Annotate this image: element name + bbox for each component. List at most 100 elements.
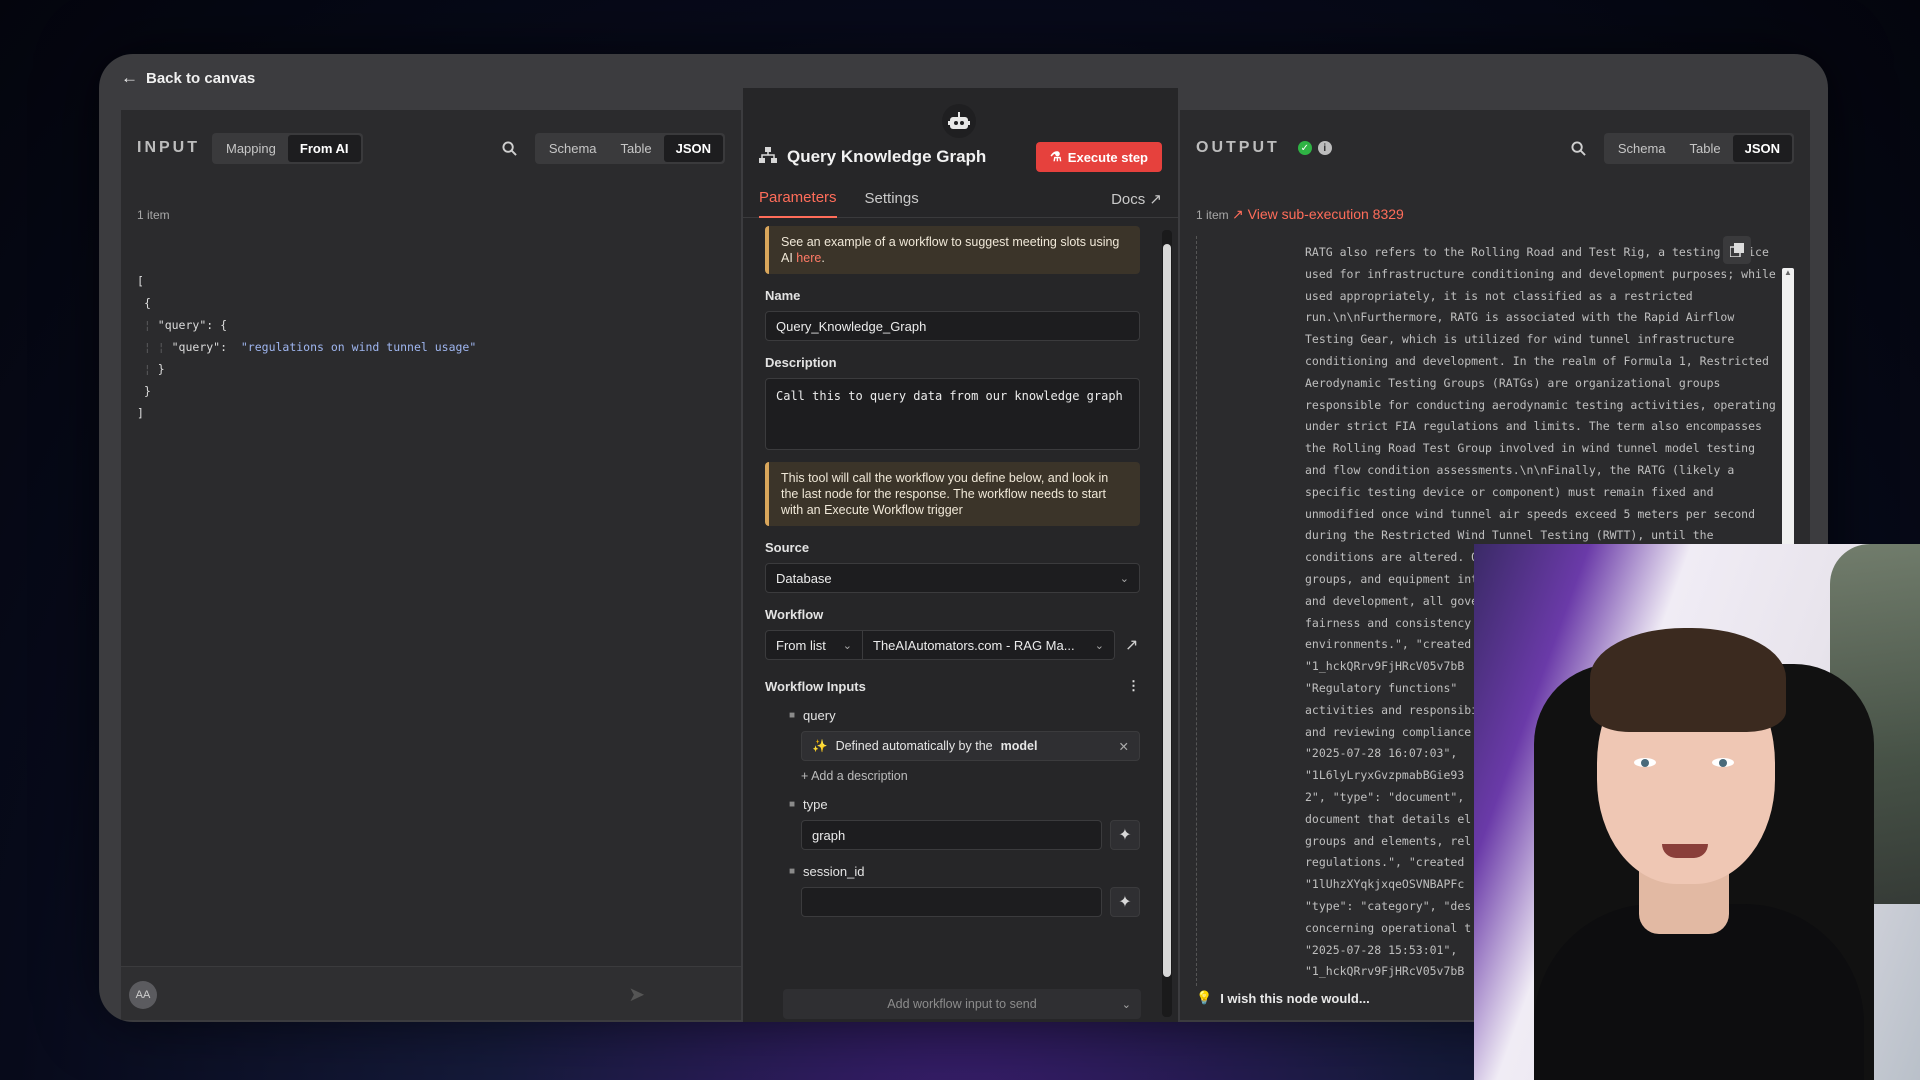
output-line: used for infrastructure conditioning and… [1305,266,1776,281]
parameters-scrollbar[interactable] [1162,230,1172,1017]
mapping-tab[interactable]: Mapping [214,135,288,162]
source-value: Database [776,570,832,586]
json-view-tab[interactable]: JSON [1732,134,1792,162]
view-sub-execution-label: View sub-execution 8329 [1247,206,1404,222]
copy-icon[interactable] [1723,236,1751,264]
json-view-tab[interactable]: JSON [663,134,723,162]
chat-input-bar: AA ➤ [121,966,741,1020]
output-line: specific testing device or component) mu… [1305,484,1714,499]
input-mode-toggle: Mapping From AI [212,132,363,164]
from-ai-tab[interactable]: From AI [287,134,361,162]
input-panel: INPUT Mapping From AI Schema Table JSON … [121,110,741,1020]
view-sub-execution-link[interactable]: ↗ View sub-execution 8329 [1232,206,1404,223]
input-name: type [803,797,828,812]
avatar: AA [129,981,157,1009]
workflow-source-select[interactable]: From list ⌄ [765,630,863,660]
input-panel-header: INPUT Mapping From AI Schema Table JSON [137,132,725,164]
defined-text-bold: model [1000,739,1038,753]
output-panel-title: OUTPUT [1196,139,1280,156]
description-field[interactable]: Call this to query data from our knowled… [765,378,1140,450]
search-icon[interactable] [1566,135,1592,161]
back-to-canvas-label: Back to canvas [146,69,256,87]
info-icon[interactable]: i [1317,141,1332,155]
output-item-count: 1 item [1196,208,1229,222]
arrow-left-icon: ← [121,68,138,87]
input-item-count: 1 item [137,208,170,222]
back-to-canvas-link[interactable]: ← Back to canvas [121,68,255,88]
source-select[interactable]: Database ⌄ [765,563,1140,593]
schema-view-tab[interactable]: Schema [537,135,609,162]
chevron-down-icon: ⌄ [1121,999,1131,1011]
output-line: RATG also refers to the Rolling Road and… [1305,245,1769,259]
output-line: unmodified once wind tunnel air speeds e… [1305,506,1756,521]
input-json-tree: [ { ¦ "query": { ¦ ¦ "query": "regulatio… [137,270,476,424]
workflow-select[interactable]: TheAIAutomators.com - RAG Ma... ⌄ [863,630,1115,660]
chevron-down-icon: ⌄ [842,639,852,652]
output-line: responsible for conducting aerodynamic t… [1305,397,1776,412]
sparkle-icon[interactable]: ✦ [1110,820,1140,850]
defined-by-model-box: ✨ Defined automatically by the model ✕ [801,731,1140,761]
feedback-label: I wish this node would... [1220,990,1370,1006]
output-line: run.\n\nFurthermore, RATG is associated … [1305,310,1735,325]
docs-link[interactable]: Docs ↗ [1111,190,1162,208]
webcam-overlay [1474,544,1920,1080]
json-line: [ [137,274,144,288]
more-options-icon[interactable]: ⋮ [1127,678,1140,694]
table-view-tab[interactable]: Table [1678,135,1733,162]
tab-parameters[interactable]: Parameters [759,180,837,218]
send-icon[interactable]: ➤ [628,982,645,1007]
json-line: ] [137,406,144,420]
session-id-value-field[interactable] [801,887,1102,917]
workflow-input-query: ■ query ✨ Defined automatically by the mo… [789,708,1140,783]
output-line: and flow condition assessments.\n\nFinal… [1305,462,1735,477]
output-line: Testing Gear, which is utilized for wind… [1305,332,1735,347]
chevron-down-icon: ⌄ [1094,639,1104,652]
input-view-toggle: Schema Table JSON [534,132,725,164]
example-callout: See an example of a workflow to suggest … [765,226,1140,274]
feedback-link[interactable]: 💡 I wish this node would... [1196,990,1370,1006]
chevron-down-icon: ⌄ [1119,572,1129,585]
input-panel-title: INPUT [137,139,200,156]
trash-icon[interactable]: ■ [789,799,795,810]
trash-icon[interactable]: ■ [789,710,795,721]
open-workflow-icon[interactable]: ↗ [1125,635,1138,655]
name-field[interactable]: Query_Knowledge_Graph [765,311,1140,341]
mouth [1662,844,1708,858]
workflow-source-value: From list [776,637,826,653]
docs-label: Docs [1111,190,1146,208]
workflow-row: From list ⌄ TheAIAutomators.com - RAG Ma… [765,630,1140,660]
add-description-link[interactable]: + Add a description [801,769,1140,783]
add-workflow-input-select[interactable]: Add workflow input to send ⌄ [783,989,1141,1019]
node-title: Query Knowledge Graph [787,147,987,166]
json-line: ¦ ¦ "query": "regulations on wind tunnel… [137,340,477,354]
workflow-inputs-header: Workflow Inputs ⋮ [765,678,1140,694]
output-line: used appropriately, it is not classified… [1305,288,1693,303]
json-line: ¦ } [137,362,165,376]
sparkle-icon: ✨ [812,738,828,753]
output-line: under strict FIA regulations and limits.… [1305,419,1762,434]
sparkle-icon[interactable]: ✦ [1110,887,1140,917]
defined-text: Defined automatically by the [835,739,993,753]
close-icon[interactable]: ✕ [1119,739,1129,754]
output-line: Aerodynamic Testing Groups (RATGs) are o… [1305,375,1721,390]
input-name: query [803,708,836,723]
example-callout-text: See an example of a workflow to suggest … [781,235,1120,265]
node-title-row: Query Knowledge Graph ⚗ Execute step [759,140,1162,174]
check-icon: ✓ [1297,141,1312,155]
workflow-input-type: ■ type graph ✦ [789,797,1140,850]
hair [1590,628,1786,732]
workflow-inputs-label: Workflow Inputs [765,678,866,694]
tab-settings[interactable]: Settings [865,180,919,218]
schema-view-tab[interactable]: Schema [1606,135,1678,162]
workflow-info-callout: This tool will call the workflow you def… [765,462,1140,526]
type-value-field[interactable]: graph [801,820,1102,850]
search-icon[interactable] [497,135,523,161]
example-here-link[interactable]: here [796,251,821,265]
workflow-input-session-id: ■ session_id ✦ [789,864,1140,917]
trash-icon[interactable]: ■ [789,866,795,877]
lightbulb-icon: 💡 [1196,990,1213,1005]
eye [1634,758,1656,767]
node-tabs: Parameters Settings Docs ↗ [743,180,1178,218]
execute-step-button[interactable]: ⚗ Execute step [1036,142,1162,172]
table-view-tab[interactable]: Table [609,135,664,162]
